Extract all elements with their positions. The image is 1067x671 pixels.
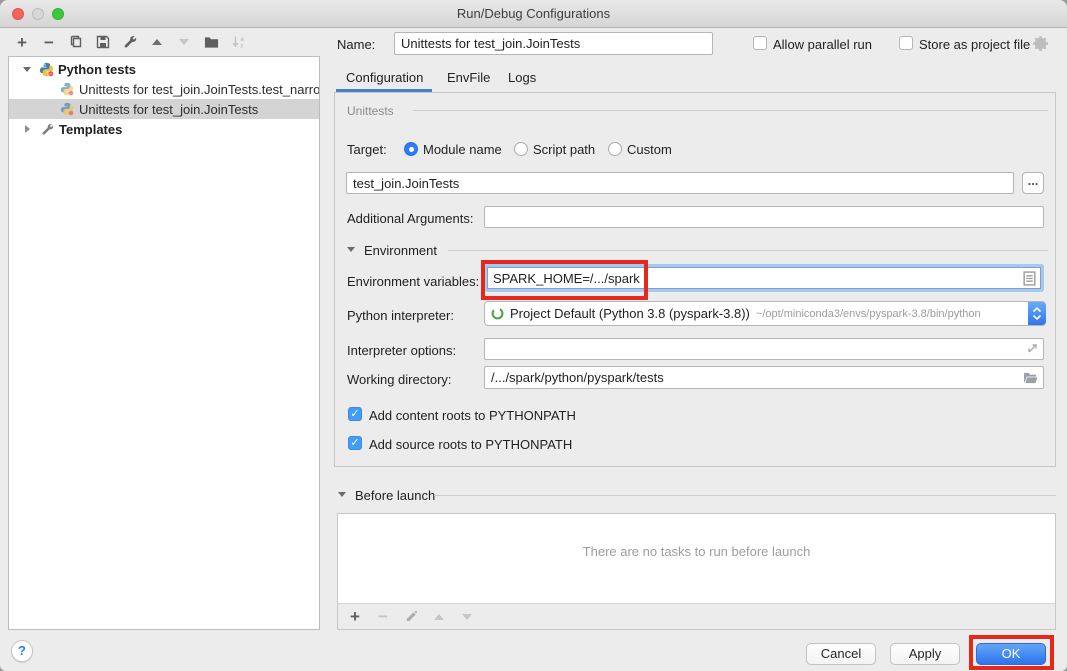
python-tests-icon — [59, 81, 75, 97]
check-icon: ✓ — [350, 408, 359, 420]
name-value: Unittests for test_join.JoinTests — [401, 36, 580, 51]
configurations-toolbar: + − az — [13, 31, 247, 53]
python-interpreter-label: Python interpreter: — [347, 308, 454, 323]
name-label: Name: — [337, 37, 375, 52]
store-options-gear-icon[interactable] — [1032, 35, 1049, 52]
tree-item-unittest-jointests-selected[interactable]: Unittests for test_join.JoinTests — [9, 99, 319, 119]
working-directory-label: Working directory: — [347, 372, 452, 387]
name-input[interactable]: Unittests for test_join.JoinTests — [394, 32, 713, 55]
tab-logs[interactable]: Logs — [508, 70, 536, 85]
before-launch-empty-text: There are no tasks to run before launch — [338, 544, 1055, 559]
interpreter-options-label: Interpreter options: — [347, 343, 456, 358]
question-icon: ? — [18, 643, 26, 658]
run-debug-configurations-dialog: Run/Debug Configurations + − az — [0, 0, 1067, 671]
add-content-roots-label: Add content roots to PYTHONPATH — [369, 408, 576, 423]
svg-text:z: z — [240, 43, 243, 49]
add-source-roots-label: Add source roots to PYTHONPATH — [369, 437, 572, 452]
add-source-roots-checkbox[interactable]: ✓ — [348, 436, 362, 450]
environment-section-label: Environment — [364, 243, 437, 258]
templates-wrench-icon — [39, 121, 55, 137]
target-label: Target: — [347, 142, 387, 157]
apply-button[interactable]: Apply — [890, 643, 960, 665]
edit-task-icon[interactable] — [402, 608, 420, 626]
move-task-down-icon[interactable] — [458, 608, 476, 626]
save-configuration-icon[interactable] — [94, 33, 112, 51]
environment-variables-label: Environment variables: — [347, 274, 479, 289]
zoom-window-button[interactable] — [52, 8, 64, 20]
python-tests-icon — [38, 61, 54, 77]
store-as-project-file-checkbox[interactable] — [899, 36, 913, 50]
target-module-name-radio[interactable] — [404, 142, 418, 156]
move-task-up-icon[interactable] — [430, 608, 448, 626]
interpreter-options-input[interactable] — [484, 338, 1044, 360]
target-module-name-label: Module name — [423, 142, 502, 157]
environment-collapse-icon[interactable] — [347, 247, 355, 252]
tab-envfile[interactable]: EnvFile — [447, 70, 490, 85]
add-task-icon[interactable]: + — [346, 608, 364, 626]
move-down-icon[interactable] — [175, 33, 193, 51]
remove-configuration-icon[interactable]: − — [40, 33, 58, 51]
titlebar: Run/Debug Configurations — [0, 0, 1067, 28]
target-browse-button[interactable]: ... — [1022, 172, 1044, 194]
add-configuration-icon[interactable]: + — [13, 33, 31, 51]
tree-item-label: Unittests for test_join.JoinTests — [79, 102, 258, 117]
configurations-tree: Python tests Unittests for test_join.Joi… — [8, 56, 320, 630]
check-icon: ✓ — [350, 437, 359, 449]
tree-item-label: Unittests for test_join.JoinTests.test_n… — [79, 82, 319, 97]
tree-item-python-tests[interactable]: Python tests — [9, 59, 319, 79]
target-script-path-label: Script path — [533, 142, 595, 157]
target-script-path-radio[interactable] — [514, 142, 528, 156]
help-button[interactable]: ? — [11, 640, 33, 662]
environment-section-line — [448, 250, 1048, 251]
annotation-env-vars-highlight — [481, 260, 648, 300]
close-window-button[interactable] — [12, 8, 24, 20]
before-launch-collapse-icon[interactable] — [338, 492, 346, 497]
minimize-window-button[interactable] — [32, 8, 44, 20]
additional-arguments-label: Additional Arguments: — [347, 211, 473, 226]
ellipsis-icon: ... — [1028, 173, 1039, 188]
python-tests-icon — [59, 101, 75, 117]
tree-item-unittest-narrow[interactable]: Unittests for test_join.JoinTests.test_n… — [9, 79, 319, 99]
before-launch-label: Before launch — [355, 488, 435, 503]
unittests-section-line — [413, 110, 1048, 111]
target-custom-label: Custom — [627, 142, 672, 157]
edit-templates-icon[interactable] — [121, 33, 139, 51]
expand-field-icon[interactable] — [1027, 343, 1038, 354]
window-title: Run/Debug Configurations — [0, 0, 1067, 27]
python-interpreter-path: ~/opt/miniconda3/envs/pyspark-3.8/bin/py… — [756, 308, 981, 320]
allow-parallel-run-checkbox[interactable] — [753, 36, 767, 50]
target-value: test_join.JoinTests — [353, 176, 459, 191]
python-interpreter-select[interactable]: Project Default (Python 3.8 (pyspark-3.8… — [484, 301, 1046, 326]
conda-environment-icon — [491, 307, 504, 320]
interpreter-stepper-icon[interactable] — [1028, 302, 1046, 325]
allow-parallel-run-label: Allow parallel run — [773, 37, 872, 52]
tree-item-label: Python tests — [58, 62, 136, 77]
tree-item-label: Templates — [59, 122, 122, 137]
working-directory-value: /.../spark/python/pyspark/tests — [491, 370, 664, 385]
env-vars-browse-icon[interactable] — [1023, 271, 1036, 286]
before-launch-line — [434, 495, 1056, 496]
store-as-project-file-label: Store as project file — [919, 37, 1030, 52]
browse-folder-icon[interactable] — [1023, 372, 1038, 384]
add-content-roots-checkbox[interactable]: ✓ — [348, 407, 362, 421]
additional-arguments-input[interactable] — [484, 206, 1044, 228]
unittests-section-label: Unittests — [347, 104, 394, 118]
collapse-arrow-icon[interactable] — [23, 67, 31, 72]
target-custom-radio[interactable] — [608, 142, 622, 156]
before-launch-tasks-box: There are no tasks to run before launch … — [337, 513, 1056, 630]
before-launch-toolbar: + − — [338, 603, 1055, 629]
target-input[interactable]: test_join.JoinTests — [346, 172, 1014, 194]
python-interpreter-value: Project Default (Python 3.8 (pyspark-3.8… — [510, 306, 750, 321]
cancel-button[interactable]: Cancel — [806, 643, 876, 665]
move-up-icon[interactable] — [148, 33, 166, 51]
sort-alphabetically-icon[interactable]: az — [229, 33, 247, 51]
new-folder-icon[interactable] — [202, 33, 220, 51]
tab-configuration[interactable]: Configuration — [346, 70, 423, 85]
remove-task-icon[interactable]: − — [374, 608, 392, 626]
expand-arrow-icon[interactable] — [25, 125, 30, 133]
copy-configuration-icon[interactable] — [67, 33, 85, 51]
working-directory-input[interactable]: /.../spark/python/pyspark/tests — [484, 366, 1044, 389]
tree-item-templates[interactable]: Templates — [9, 119, 319, 139]
annotation-ok-highlight — [969, 635, 1054, 670]
